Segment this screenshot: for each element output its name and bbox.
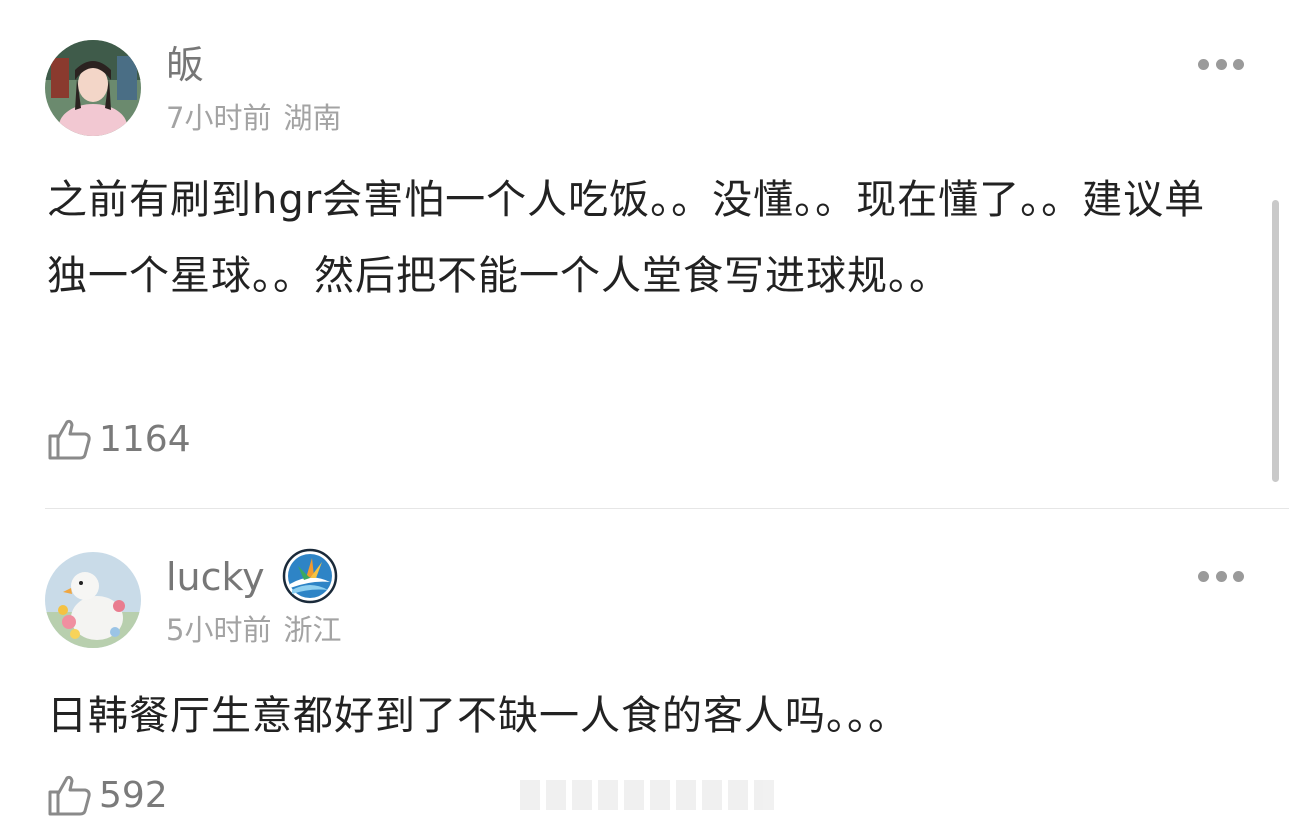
thumbs-up-icon [48, 775, 91, 816]
comment-location: 湖南 [283, 101, 342, 135]
like-count: 592 [99, 774, 168, 816]
like-button[interactable]: 592 [47, 773, 168, 817]
more-options-icon[interactable] [1198, 571, 1244, 583]
comment-meta: 5小时前 浙江 [166, 612, 341, 648]
avatar[interactable] [45, 552, 141, 648]
thumbs-up-icon [48, 419, 91, 460]
like-button[interactable]: 1164 [47, 417, 191, 461]
username[interactable]: lucky [166, 554, 265, 600]
comment-time: 5小时前 [166, 613, 272, 647]
like-count: 1164 [99, 418, 191, 460]
bird-of-paradise-badge-icon [282, 548, 338, 604]
watermark [520, 780, 774, 810]
divider [45, 508, 1289, 509]
scrollbar[interactable] [1272, 200, 1279, 482]
comment-text: 日韩餐厅生意都好到了不缺一人食的客人吗。。。 [47, 693, 909, 739]
more-options-icon[interactable] [1198, 59, 1244, 71]
comment-time: 7小时前 [166, 101, 272, 135]
username[interactable]: 皈 [166, 42, 204, 88]
avatar[interactable] [45, 40, 141, 136]
comment-meta: 7小时前 湖南 [166, 100, 341, 136]
comment-location: 浙江 [283, 613, 342, 647]
comment-text: 之前有刷到hgr会害怕一个人吃饭。。没懂。。现在懂了。。建议单独一个星球。。然后… [47, 177, 1206, 299]
